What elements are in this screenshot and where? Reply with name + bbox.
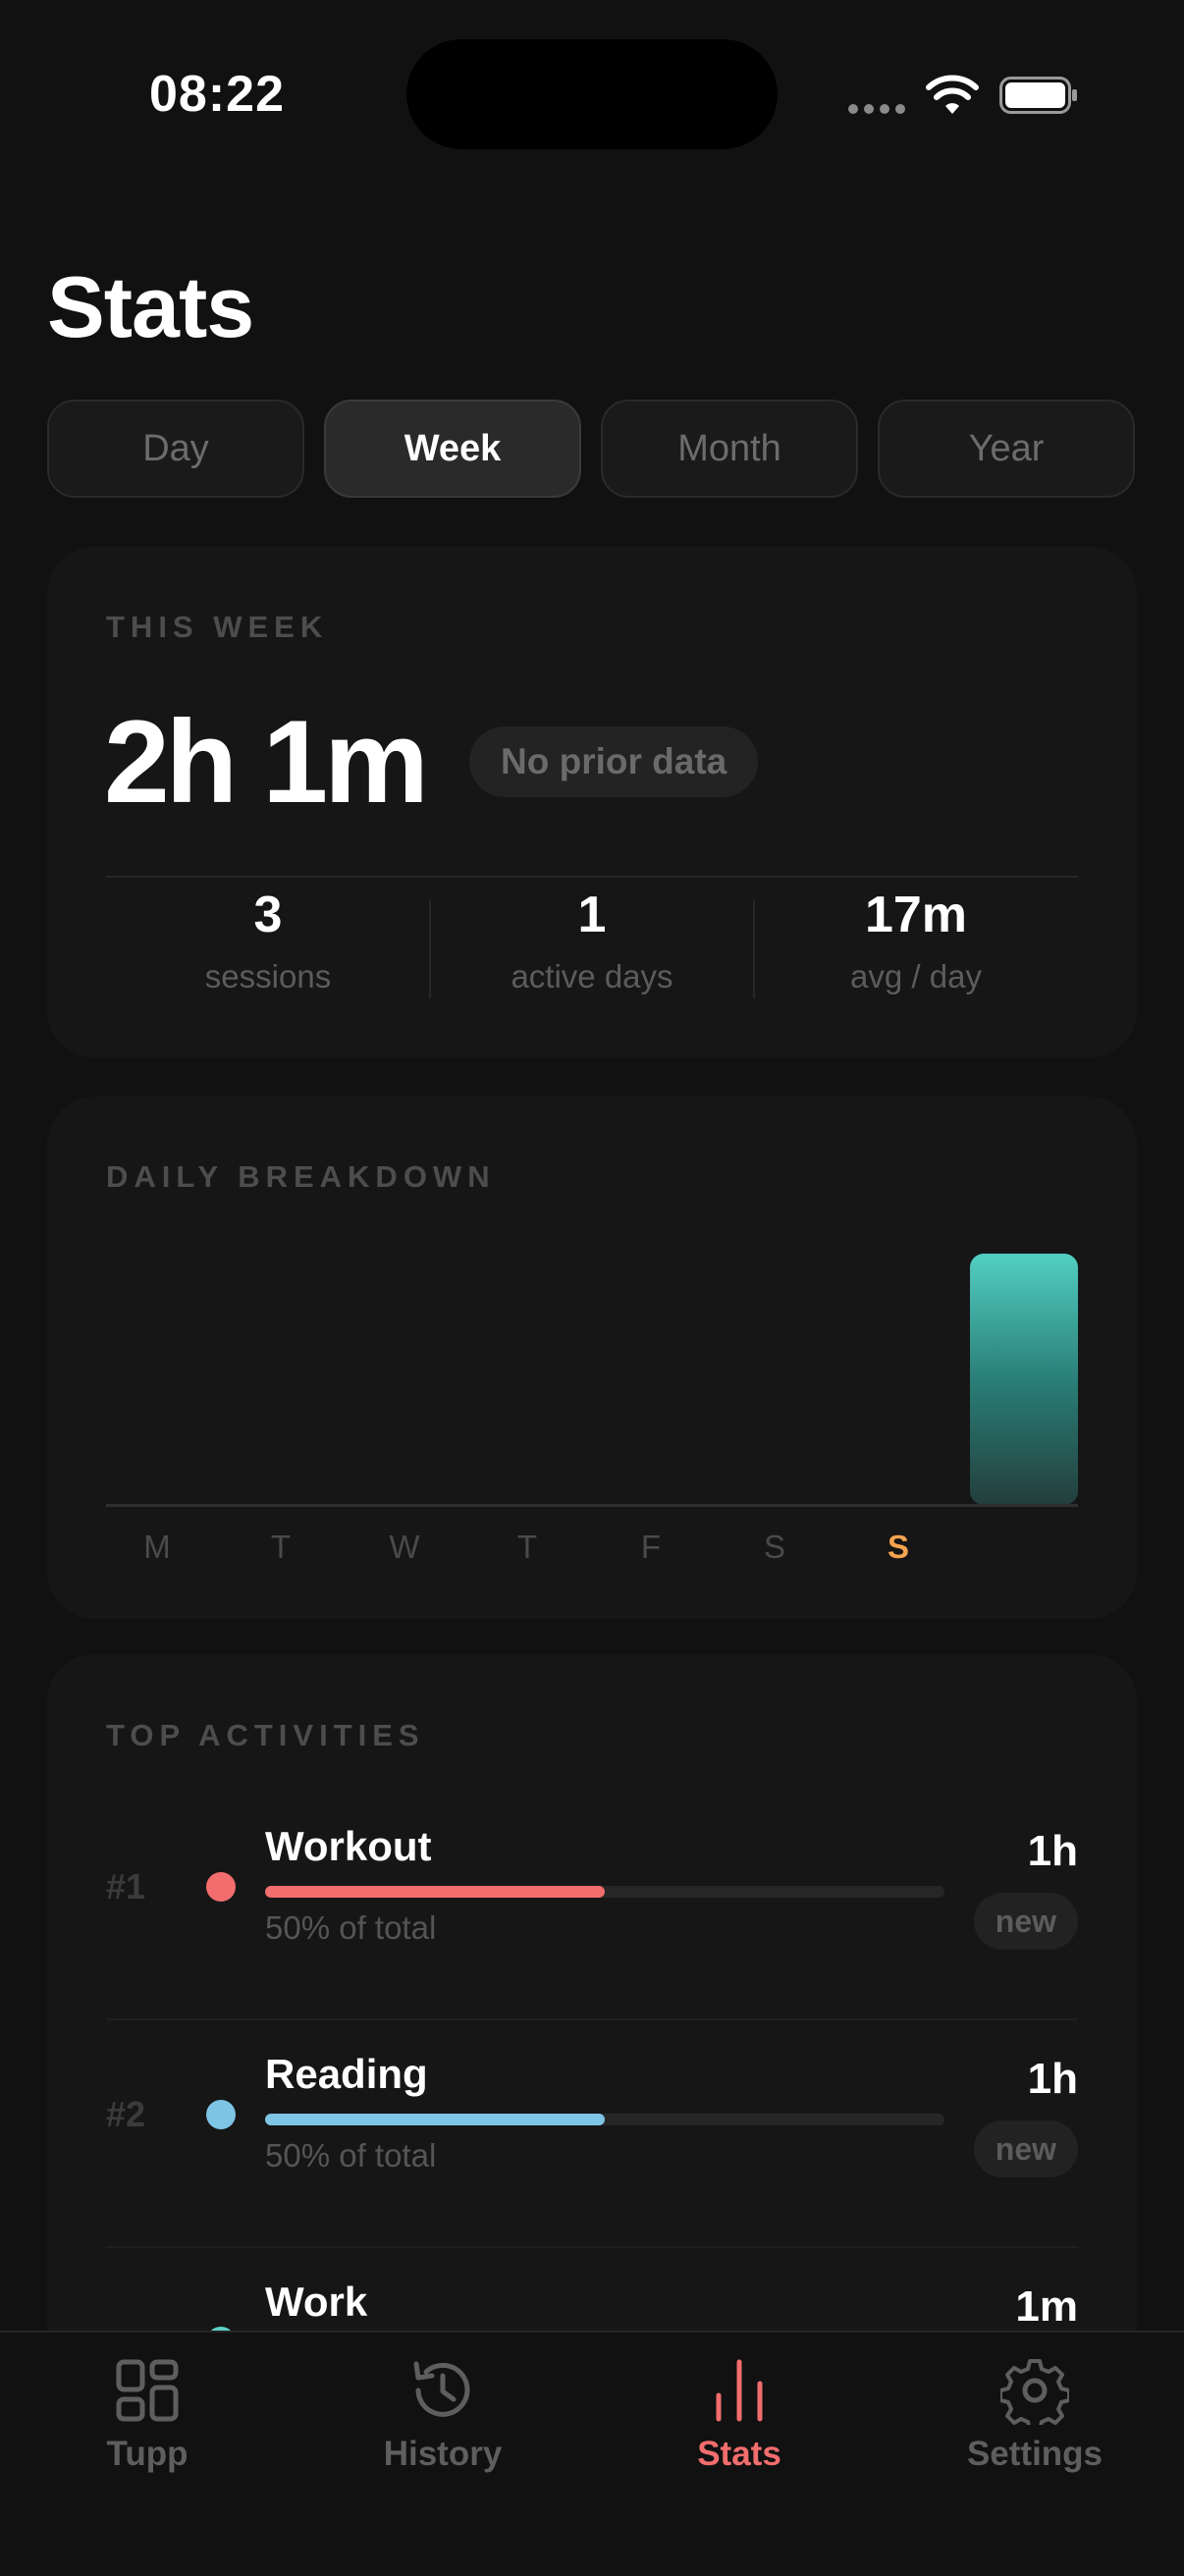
wifi-icon [926, 75, 979, 114]
activity-share: 50% of total [265, 2137, 437, 2174]
stat-sessions-label: sessions [204, 958, 332, 994]
daily-breakdown-label: DAILY BREAKDOWN [106, 1159, 496, 1194]
dynamic-island [406, 39, 778, 149]
activity-duration: 1h [1027, 2055, 1078, 2103]
top-activities-label: TOP ACTIVITIES [106, 1718, 425, 1752]
tab-label: History [383, 2435, 503, 2473]
history-icon [413, 2361, 470, 2417]
activity-name: Workout [265, 1823, 432, 1869]
activity-rank: #2 [106, 2094, 146, 2134]
activity-name: Work [265, 2279, 368, 2325]
stat-sessions-value: 3 [253, 886, 283, 943]
day-label-wed: W [389, 1529, 420, 1565]
chart-bar-sunday[interactable] [970, 1254, 1078, 1505]
activity-share: 50% of total [265, 1909, 437, 1946]
activity-progress-fill [265, 1886, 605, 1898]
day-label-fri: F [640, 1529, 662, 1565]
stat-sessions: 3 sessions [106, 886, 430, 995]
tab-stats[interactable]: Stats [592, 2356, 887, 2474]
battery-icon [999, 77, 1077, 114]
top-activities-card: TOP ACTIVITIES #1 Workout 50% of total 1… [47, 1654, 1137, 2400]
activity-rank: #1 [106, 1866, 146, 1906]
stats-bars-icon [716, 2359, 763, 2422]
stat-avg-label: avg / day [850, 958, 982, 994]
tab-label: Settings [966, 2435, 1103, 2473]
grid-icon [116, 2359, 179, 2422]
day-label-sun-today: S [887, 1529, 909, 1565]
tab-bar: Tupp History Stats Settings [0, 2331, 1184, 2576]
activity-color-dot [206, 2100, 236, 2129]
page-title: Stats [47, 258, 254, 355]
activity-duration: 1m [1015, 2282, 1078, 2331]
activity-name: Reading [265, 2051, 428, 2097]
day-label-sat: S [763, 1529, 785, 1565]
new-badge: new [973, 2120, 1078, 2177]
new-badge: new [973, 1893, 1078, 1950]
activity-progress-track [265, 1886, 944, 1898]
activity-duration: 1h [1027, 1827, 1078, 1875]
row-divider [106, 2018, 1078, 2020]
stat-active-days: 1 active days [430, 886, 754, 995]
activity-progress-track [265, 2114, 944, 2125]
tab-tupp[interactable]: Tupp [0, 2356, 295, 2474]
cellular-signal-icon [848, 104, 905, 114]
activity-color-dot [206, 1872, 236, 1902]
gear-icon [1000, 2359, 1069, 2425]
tab-label: Tupp [106, 2435, 188, 2473]
stat-active-days-value: 1 [577, 886, 607, 943]
day-label-thu: T [516, 1529, 538, 1565]
tab-label: Stats [697, 2435, 781, 2473]
comparison-badge: No prior data [469, 726, 759, 797]
status-time: 08:22 [149, 66, 285, 123]
period-day-tab[interactable]: Day [47, 400, 304, 498]
summary-card: THIS WEEK 2h 1m No prior data 3 sessions… [47, 547, 1137, 1057]
summary-divider [106, 876, 1078, 878]
tab-history[interactable]: History [296, 2356, 590, 2474]
daily-breakdown-card: DAILY BREAKDOWN M T W T F S S [47, 1097, 1137, 1619]
summary-label: THIS WEEK [106, 610, 329, 644]
row-divider [106, 2246, 1078, 2248]
activity-progress-fill [265, 2114, 605, 2125]
total-time: 2h 1m [104, 696, 429, 828]
stat-avg-per-day: 17m avg / day [754, 886, 1078, 995]
period-year-tab[interactable]: Year [878, 400, 1135, 498]
period-month-tab[interactable]: Month [601, 400, 858, 498]
stat-active-days-label: active days [511, 958, 673, 994]
tab-settings[interactable]: Settings [888, 2356, 1182, 2474]
stat-avg-value: 17m [864, 886, 968, 943]
day-label-tue: T [270, 1529, 292, 1565]
period-week-tab[interactable]: Week [324, 400, 581, 498]
chart-baseline [106, 1504, 1078, 1507]
day-label-mon: M [143, 1529, 171, 1565]
